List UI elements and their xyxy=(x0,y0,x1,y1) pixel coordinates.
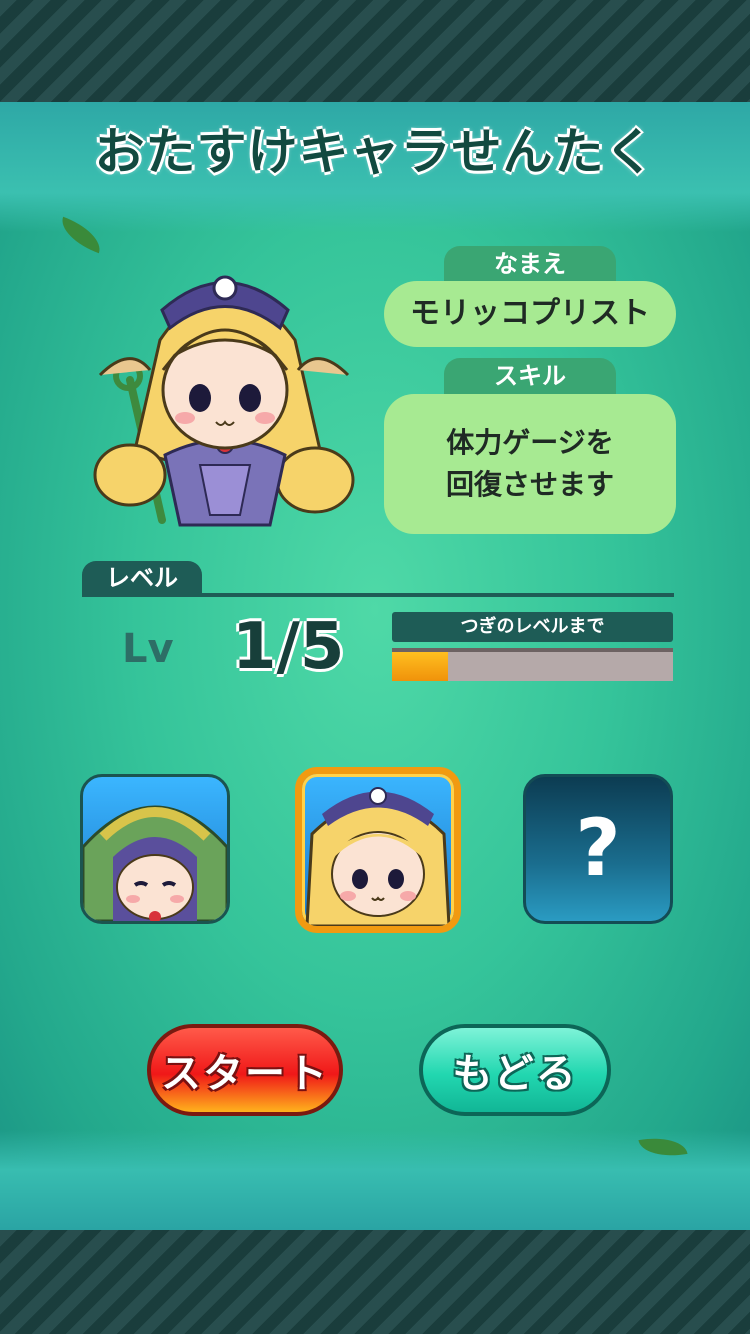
level-section-label: レベル xyxy=(82,561,202,595)
bottom-pattern-bar xyxy=(0,1230,750,1334)
level-value: 1/5 xyxy=(232,610,345,684)
next-level-label: つぎのレベルまで xyxy=(392,612,673,642)
level-progress-fill xyxy=(392,652,449,681)
character-name: モリッコプリスト xyxy=(384,281,676,347)
level-prefix: Lv xyxy=(122,626,174,672)
skill-description: 体力ゲージを 回復させます xyxy=(384,394,676,534)
question-mark-icon: ? xyxy=(575,804,621,894)
footer-band xyxy=(0,1130,750,1230)
priest-character-art xyxy=(305,787,451,926)
skill-tag: スキル xyxy=(444,358,616,394)
locked-character-icon[interactable]: ? xyxy=(523,774,673,924)
back-button[interactable]: もどる xyxy=(419,1024,611,1116)
start-button[interactable]: スタート xyxy=(147,1024,343,1116)
page-title: おたすけキャラせんたく xyxy=(94,123,656,181)
hooded-character-art xyxy=(83,805,227,921)
priest-character-icon[interactable] xyxy=(295,767,461,933)
level-divider xyxy=(82,593,674,597)
name-tag: なまえ xyxy=(444,246,616,282)
level-progress-bar xyxy=(392,648,673,681)
hooded-character-icon[interactable] xyxy=(80,774,230,924)
character-portrait xyxy=(93,275,355,527)
top-pattern-bar xyxy=(0,0,750,102)
